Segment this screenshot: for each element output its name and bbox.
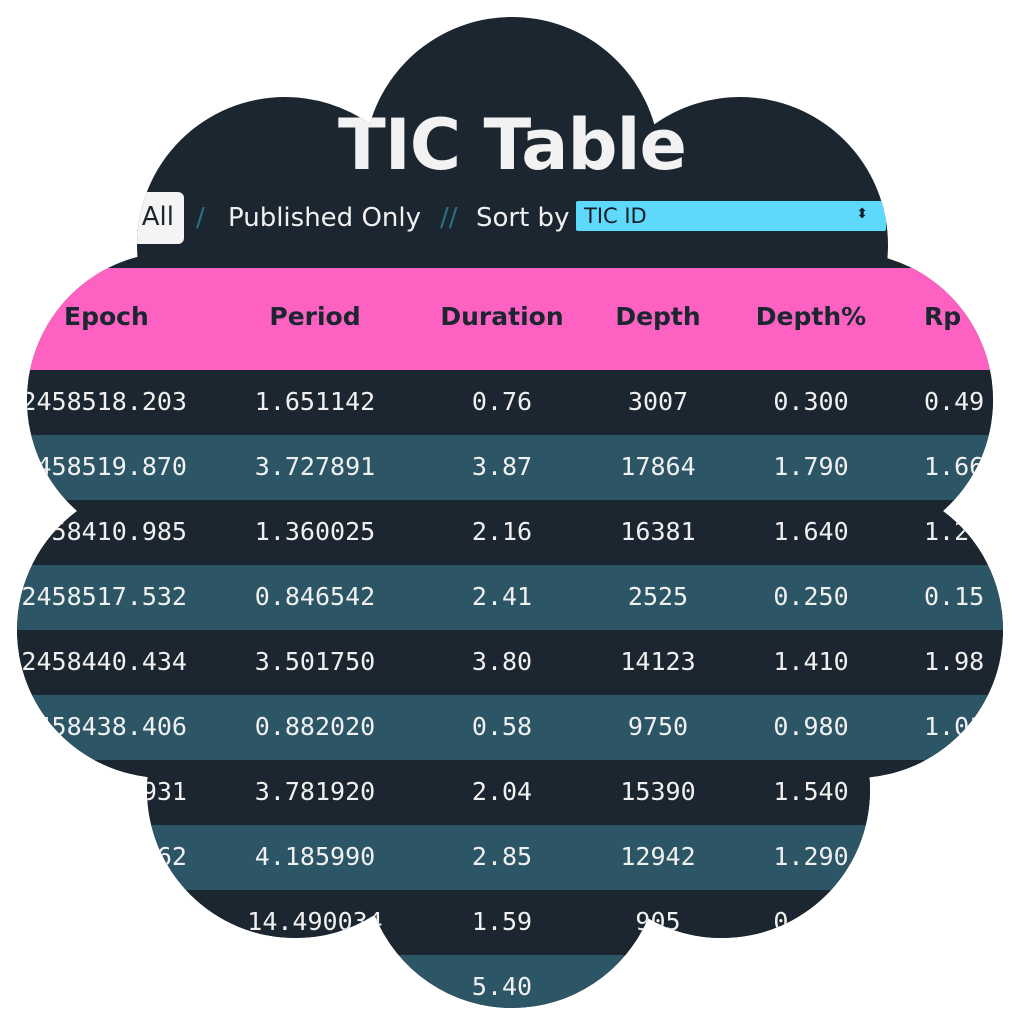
table-cell-depth: 9750: [627, 712, 689, 741]
table-cell-epoch: 2458436.862: [21, 842, 187, 871]
table-cell-depth: 15390: [620, 777, 696, 806]
table-row[interactable]: 2458437.931 3.781920 2.04 15390 1.540: [0, 760, 1024, 825]
table-cell-depth: 2525: [627, 582, 689, 611]
table-cell-period: 3.781920: [254, 777, 376, 806]
page-title: TIC Table: [337, 104, 687, 186]
table-cell-rp: 0.15: [924, 582, 985, 611]
column-header-depth[interactable]: Depth: [598, 302, 718, 331]
table-cell-duration: 2.16: [471, 517, 533, 546]
table-row[interactable]: 5.40: [0, 955, 1024, 1020]
table-cell-period: 14.490034: [247, 907, 383, 936]
table-cell-duration: 1.59: [471, 907, 533, 936]
column-header-rp[interactable]: Rp: [924, 302, 961, 331]
table-row[interactable]: 2458440.434 3.501750 3.80 14123 1.410 1.98: [0, 630, 1024, 695]
table-cell-period: 0.846542: [254, 582, 376, 611]
table-cell-epoch: 2458519.870: [21, 452, 187, 481]
table-cell-period: 4.185990: [254, 842, 376, 871]
filter-all-button[interactable]: All: [108, 192, 184, 244]
table-cell-rp: 1.98: [924, 647, 985, 676]
column-header-epoch[interactable]: Epoch: [64, 302, 149, 331]
sort-select[interactable]: TIC ID ⬍: [576, 201, 886, 231]
table-cell-rp: 1.01: [924, 712, 985, 741]
filter-bar: All / Published Only // Sort by TIC ID ⬍: [0, 192, 1024, 244]
table-cell-depth-percent: 0.250: [773, 582, 849, 611]
table-cell-rp: 1.66: [924, 452, 985, 481]
table-cell-epoch: 2458518.203: [21, 387, 187, 416]
table-cell-depth-percent: 1.640: [773, 517, 849, 546]
table-cell-rp: 0.49: [924, 387, 985, 416]
table-cell-duration: 3.80: [471, 647, 533, 676]
table-cell-period: 3.727891: [254, 452, 376, 481]
table-cell-epoch: 2458437.931: [21, 777, 187, 806]
table-cell-duration: 0.76: [471, 387, 533, 416]
select-arrows-icon: ⬍: [856, 206, 868, 222]
table-row[interactable]: 2458436.862 4.185990 2.85 12942 1.290: [0, 825, 1024, 890]
column-header-depth-percent[interactable]: Depth%: [740, 302, 882, 331]
table-cell-depth: 14123: [620, 647, 696, 676]
table-cell-depth-percent: 0.300: [773, 387, 849, 416]
table-cell-depth: 17864: [620, 452, 696, 481]
table-row[interactable]: 2458410.985 1.360025 2.16 16381 1.640 1.24: [0, 500, 1024, 565]
table-cell-epoch: 2458517.532: [21, 582, 187, 611]
table-cell-epoch: 2458410.985: [21, 517, 187, 546]
table-cell-duration: 2.41: [471, 582, 533, 611]
table-cell-period: 3.501750: [254, 647, 376, 676]
table-cell-period: 1.651142: [254, 387, 376, 416]
table-cell-depth-percent: 0.980: [773, 712, 849, 741]
table-cell-depth: 12942: [620, 842, 696, 871]
column-header-duration[interactable]: Duration: [432, 302, 572, 331]
filter-published-button[interactable]: Published Only: [228, 203, 421, 233]
filter-separator: /: [196, 203, 205, 233]
table-row[interactable]: 14.490034 1.59 905 0.090: [0, 890, 1024, 955]
table-cell-epoch: 2458440.434: [21, 647, 187, 676]
table-cell-depth-percent: 1.790: [773, 452, 849, 481]
cloud-frame: TIC Table All / Published Only // Sort b…: [0, 0, 1024, 1024]
sort-label: Sort by: [476, 203, 570, 233]
table-cell-depth-percent: 1.290: [773, 842, 849, 871]
table-cell-rp: 1.24: [924, 517, 985, 546]
table-cell-duration: 2.04: [471, 777, 533, 806]
sort-select-value: TIC ID: [584, 204, 647, 228]
table-cell-duration: 5.40: [471, 972, 533, 1001]
table-cell-depth-percent: 0.090: [773, 907, 849, 936]
table-row[interactable]: 2458438.406 0.882020 0.58 9750 0.980 1.01: [0, 695, 1024, 760]
table-cell-depth-percent: 1.410: [773, 647, 849, 676]
table-row[interactable]: 2458518.203 1.651142 0.76 3007 0.300 0.49: [0, 370, 1024, 435]
table-header: Epoch Period Duration Depth Depth% Rp: [0, 268, 1024, 370]
filter-separator: //: [440, 203, 458, 233]
table-cell-depth-percent: 1.540: [773, 777, 849, 806]
table-cell-depth: 3007: [627, 387, 689, 416]
table-cell-duration: 3.87: [471, 452, 533, 481]
table-row[interactable]: 2458519.870 3.727891 3.87 17864 1.790 1.66: [0, 435, 1024, 500]
table-cell-period: 1.360025: [254, 517, 376, 546]
table-cell-duration: 2.85: [471, 842, 533, 871]
table-row[interactable]: 2458517.532 0.846542 2.41 2525 0.250 0.15: [0, 565, 1024, 630]
column-header-period[interactable]: Period: [225, 302, 405, 331]
table-cell-duration: 0.58: [471, 712, 533, 741]
table-cell-depth: 16381: [620, 517, 696, 546]
table-cell-depth: 905: [635, 907, 681, 936]
table-cell-epoch: 2458438.406: [21, 712, 187, 741]
table-cell-period: 0.882020: [254, 712, 376, 741]
